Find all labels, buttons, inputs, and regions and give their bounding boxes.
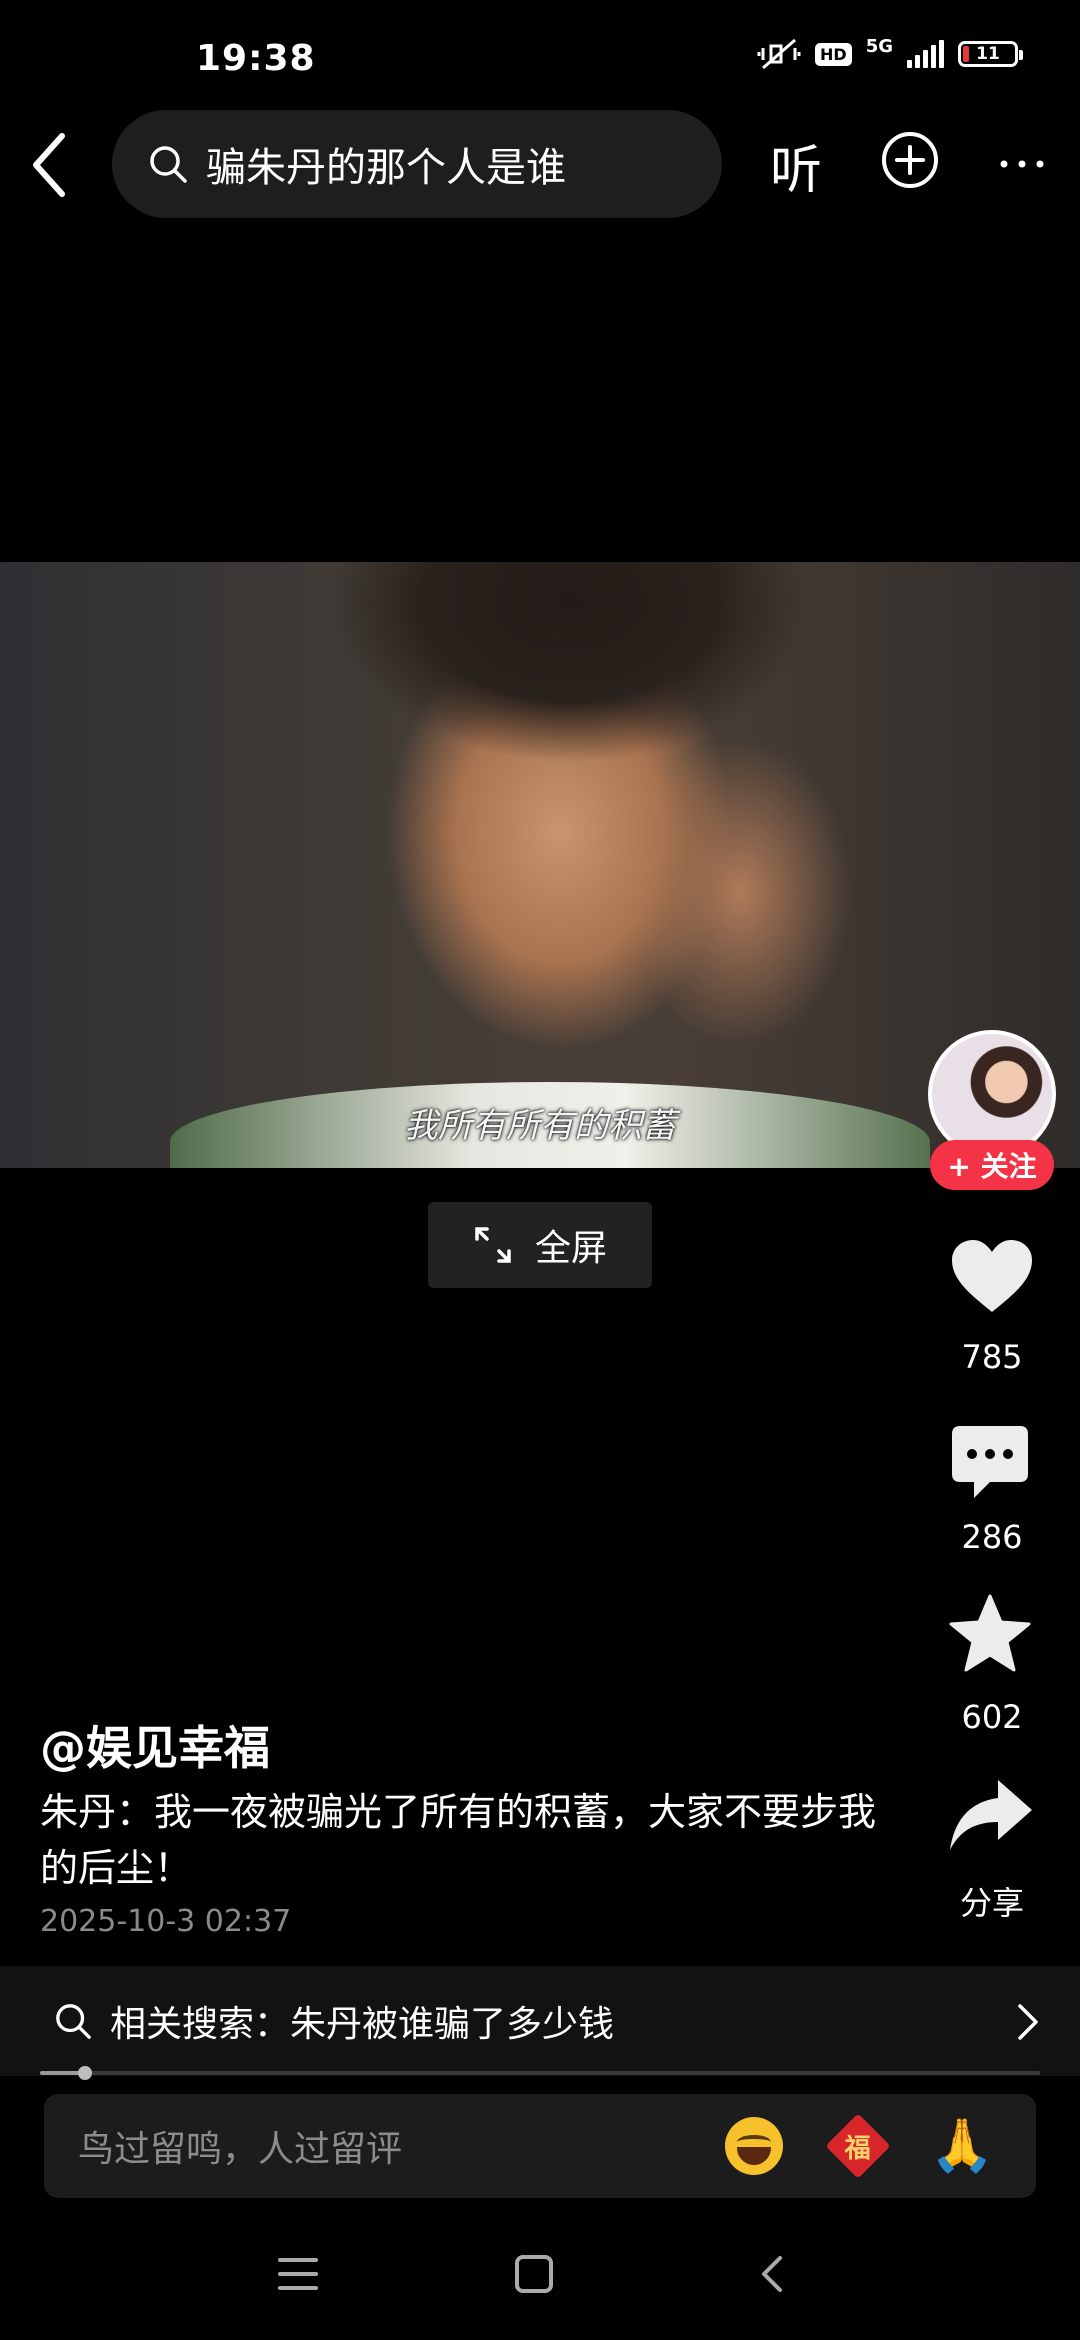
share-arrow-icon[interactable] bbox=[948, 1776, 1034, 1854]
related-search-bar[interactable]: 相关搜索：朱丹被谁骗了多少钱 bbox=[0, 1966, 1080, 2076]
battery-level: 11 bbox=[976, 44, 1000, 64]
search-bar[interactable]: 骗朱丹的那个人是谁 bbox=[112, 110, 722, 218]
comment-count: 286 bbox=[961, 1518, 1023, 1556]
hd-badge: HD bbox=[815, 42, 852, 66]
nav-back-icon[interactable] bbox=[760, 2254, 784, 2294]
follow-button[interactable]: + 关注 bbox=[930, 1140, 1054, 1190]
video-player[interactable] bbox=[0, 562, 1080, 1168]
favorite-star-icon[interactable] bbox=[948, 1594, 1032, 1674]
comment-input[interactable]: 鸟过留鸣，人过留评 福 🙏 bbox=[44, 2094, 1036, 2198]
post-timestamp: 2025-10-3 02:37 bbox=[40, 1904, 292, 1939]
like-count: 785 bbox=[961, 1338, 1023, 1376]
status-icons: HD 5G 11 bbox=[757, 36, 1023, 72]
fu-sticker-icon: 福 bbox=[825, 2113, 891, 2179]
search-icon bbox=[150, 146, 187, 183]
pray-emoji-button[interactable]: 🙏 bbox=[930, 2116, 995, 2176]
signal-icon bbox=[907, 40, 944, 68]
battery-icon: 11 bbox=[958, 41, 1023, 67]
video-progress-knob[interactable] bbox=[78, 2066, 92, 2080]
related-search-text: 相关搜索：朱丹被谁骗了多少钱 bbox=[110, 2004, 615, 2045]
fullscreen-label: 全屏 bbox=[534, 1228, 607, 1269]
nav-home-icon[interactable] bbox=[514, 2254, 554, 2294]
network-type: 5G bbox=[865, 36, 893, 57]
mute-vibrate-icon bbox=[757, 38, 801, 70]
favorite-count: 602 bbox=[961, 1698, 1023, 1736]
comment-icon[interactable] bbox=[950, 1424, 1030, 1500]
post-caption: 朱丹：我一夜被骗光了所有的积蓄，大家不要步我的后尘！ bbox=[40, 1790, 877, 1890]
add-button[interactable] bbox=[880, 130, 940, 190]
status-time: 19:38 bbox=[196, 38, 316, 79]
author-name[interactable]: @娱见幸福 bbox=[40, 1712, 270, 1778]
chevron-right-icon bbox=[1018, 2004, 1038, 2040]
search-icon bbox=[56, 2004, 91, 2039]
laughing-emoji-button[interactable] bbox=[724, 2116, 784, 2176]
listen-button[interactable]: 听 bbox=[770, 128, 822, 203]
like-heart-icon[interactable] bbox=[950, 1238, 1034, 1314]
video-frame-hair bbox=[290, 562, 850, 862]
fullscreen-button[interactable]: 全屏 bbox=[428, 1202, 652, 1288]
author-avatar[interactable] bbox=[928, 1030, 1056, 1158]
video-subtitle: 我所有所有的积蓄 bbox=[404, 1106, 676, 1146]
search-query: 骗朱丹的那个人是谁 bbox=[206, 145, 566, 191]
expand-icon bbox=[475, 1227, 511, 1263]
comment-placeholder: 鸟过留鸣，人过留评 bbox=[78, 2129, 403, 2170]
share-label: 分享 bbox=[959, 1884, 1024, 1922]
more-options-icon[interactable] bbox=[992, 130, 1052, 190]
video-progress-bar[interactable] bbox=[40, 2071, 1040, 2075]
fu-character: 福 bbox=[844, 2133, 872, 2164]
back-button[interactable] bbox=[26, 130, 74, 200]
nav-recents-icon[interactable] bbox=[278, 2256, 318, 2292]
laughing-emoji-icon bbox=[725, 2117, 783, 2175]
fu-sticker-button[interactable]: 福 bbox=[825, 2113, 891, 2179]
